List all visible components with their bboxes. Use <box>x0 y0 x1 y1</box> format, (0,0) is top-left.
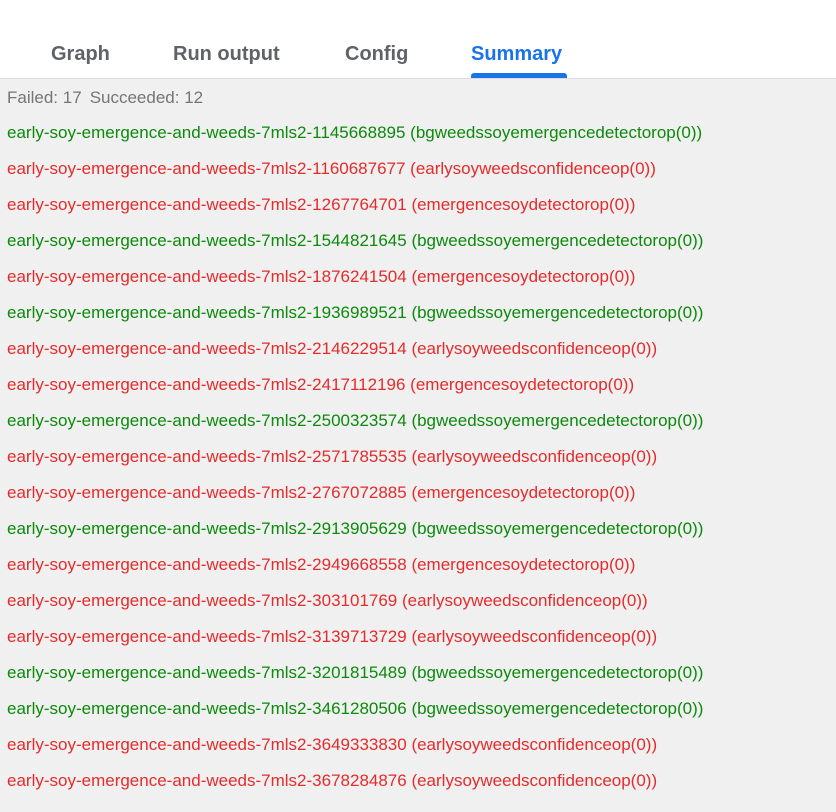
run-row-failed[interactable]: early-soy-emergence-and-weeds-7mls2-3649… <box>7 735 703 771</box>
run-row-failed[interactable]: early-soy-emergence-and-weeds-7mls2-1160… <box>7 159 703 195</box>
tab-bar: Graph Run output Config Summary <box>0 0 836 79</box>
run-row-failed[interactable]: early-soy-emergence-and-weeds-7mls2-2949… <box>7 555 703 591</box>
succeeded-label: Succeeded: <box>89 88 180 107</box>
run-row-succeeded[interactable]: early-soy-emergence-and-weeds-7mls2-3461… <box>7 699 703 735</box>
run-row-succeeded[interactable]: early-soy-emergence-and-weeds-7mls2-2500… <box>7 411 703 447</box>
run-row-failed[interactable]: early-soy-emergence-and-weeds-7mls2-1876… <box>7 267 703 303</box>
status-counts: Failed: 17 Succeeded: 12 <box>7 88 203 108</box>
run-row-succeeded[interactable]: early-soy-emergence-and-weeds-7mls2-1936… <box>7 303 703 339</box>
tab-graph[interactable]: Graph <box>51 42 110 66</box>
run-row-succeeded[interactable]: early-soy-emergence-and-weeds-7mls2-1145… <box>7 123 703 159</box>
failed-count: 17 <box>62 88 82 107</box>
run-row-failed[interactable]: early-soy-emergence-and-weeds-7mls2-2571… <box>7 447 703 483</box>
summary-panel: Failed: 17 Succeeded: 12 early-soy-emerge… <box>0 79 836 812</box>
run-row-failed[interactable]: early-soy-emergence-and-weeds-7mls2-3139… <box>7 627 703 663</box>
active-tab-indicator <box>471 73 567 78</box>
run-row-failed[interactable]: early-soy-emergence-and-weeds-7mls2-2417… <box>7 375 703 411</box>
run-row-failed[interactable]: early-soy-emergence-and-weeds-7mls2-3031… <box>7 591 703 627</box>
run-row-succeeded[interactable]: early-soy-emergence-and-weeds-7mls2-2913… <box>7 519 703 555</box>
run-list: early-soy-emergence-and-weeds-7mls2-1145… <box>7 123 703 807</box>
tab-config[interactable]: Config <box>345 42 408 66</box>
run-row-succeeded[interactable]: early-soy-emergence-and-weeds-7mls2-3201… <box>7 663 703 699</box>
run-row-failed[interactable]: early-soy-emergence-and-weeds-7mls2-2146… <box>7 339 703 375</box>
tab-summary[interactable]: Summary <box>471 42 562 66</box>
tab-run-output[interactable]: Run output <box>173 42 280 66</box>
succeeded-count: 12 <box>184 88 204 107</box>
run-row-failed[interactable]: early-soy-emergence-and-weeds-7mls2-1267… <box>7 195 703 231</box>
run-row-succeeded[interactable]: early-soy-emergence-and-weeds-7mls2-1544… <box>7 231 703 267</box>
run-row-failed[interactable]: early-soy-emergence-and-weeds-7mls2-3678… <box>7 771 703 807</box>
run-row-failed[interactable]: early-soy-emergence-and-weeds-7mls2-2767… <box>7 483 703 519</box>
failed-label: Failed: <box>7 88 59 107</box>
